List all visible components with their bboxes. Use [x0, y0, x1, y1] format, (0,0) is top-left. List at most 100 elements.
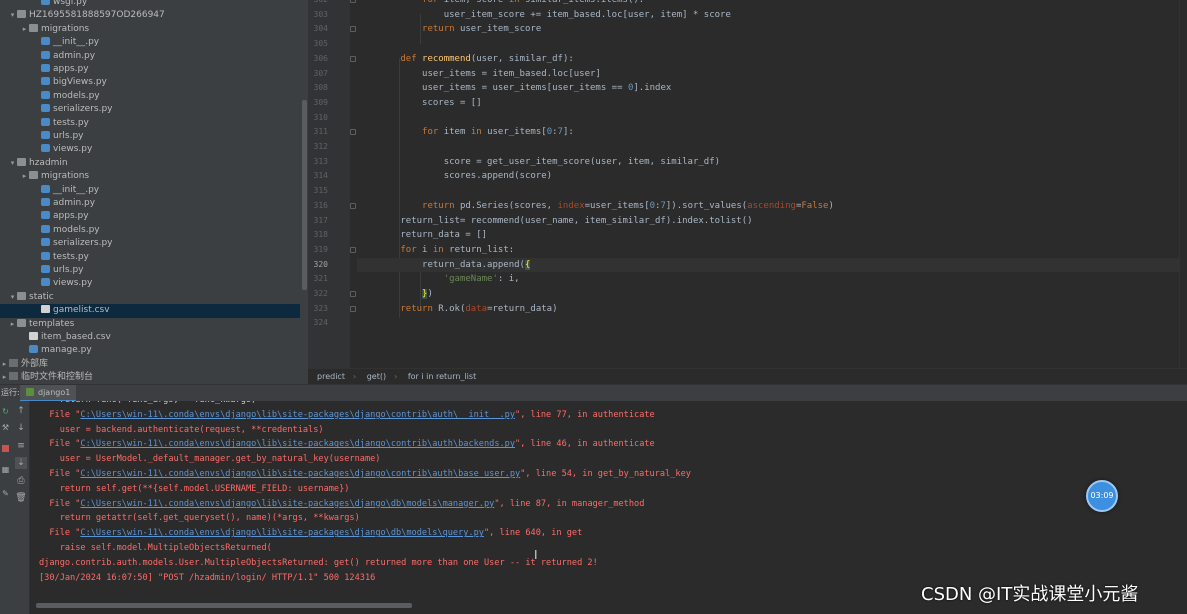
code-line[interactable]: 'gameName': i, [357, 272, 1185, 287]
trash-icon[interactable]: 🗑 [15, 492, 27, 504]
timer-badge[interactable]: 03:09 [1086, 480, 1118, 512]
tree-item[interactable]: tests.py [0, 117, 300, 130]
breadcrumb-item[interactable]: get() [367, 372, 386, 381]
code-line[interactable]: return user_item_score [357, 22, 1185, 37]
tree-item[interactable]: serializers.py [0, 103, 300, 116]
run-panel-header: 运行: django1 [0, 384, 1187, 402]
code-line[interactable]: return R.ok(data=return_data) [357, 302, 1185, 317]
file-link[interactable]: C:\Users\win-11\.conda\envs\django\lib\s… [80, 410, 515, 420]
code-line[interactable] [357, 316, 1185, 331]
line-number: 305 [313, 39, 328, 49]
layout-icon[interactable]: ▦ [1, 465, 10, 474]
code-line[interactable]: return_data.append({ [357, 257, 1185, 273]
tree-item[interactable]: ▾ HZ1695581888597OD266947 [0, 9, 300, 22]
code-line[interactable]: return pd.Series(scores, index=user_item… [357, 199, 1185, 214]
tree-item[interactable]: apps.py [0, 63, 300, 76]
tree-item[interactable]: models.py [0, 90, 300, 103]
editor-scrollbar[interactable] [1179, 0, 1187, 368]
code-editor[interactable]: 302303 304 305 306 307 308 309 310 311 312 313 314 3… [308, 0, 1187, 368]
code-line[interactable]: }) [357, 287, 1185, 302]
tree-item[interactable]: ▾ hzadmin [0, 157, 300, 170]
code-line[interactable]: scores = [] [357, 96, 1185, 111]
chevron-down-icon[interactable]: ▾ [8, 9, 17, 22]
tree-item[interactable]: item_based.csv [0, 331, 300, 344]
tree-item-label: __init__.py [53, 184, 100, 195]
breadcrumb-item[interactable]: for i in return_list [408, 372, 476, 381]
tree-item[interactable]: urls.py [0, 264, 300, 277]
fold-marker-icon[interactable] [350, 129, 356, 136]
tree-item[interactable]: ▸ 临时文件和控制台 [0, 371, 300, 384]
tree-item[interactable]: gamelist.csv [0, 304, 300, 318]
tree-item[interactable]: urls.py [0, 130, 300, 143]
code-line[interactable]: def recommend(user, similar_df): [357, 52, 1185, 67]
chevron-right-icon[interactable]: ▸ [0, 371, 9, 384]
wrench-icon[interactable]: ⚒ [1, 423, 10, 432]
project-tree-scrollbar[interactable] [302, 100, 307, 290]
soft-wrap-icon[interactable]: ≡ [15, 440, 27, 452]
scroll-to-end-icon[interactable]: ⇣ [15, 457, 27, 469]
rerun-icon[interactable]: ↻ [1, 407, 10, 416]
arrow-up-icon[interactable]: ↑ [15, 405, 27, 417]
code-line[interactable] [357, 111, 1185, 126]
chevron-right-icon[interactable]: ▸ [0, 358, 9, 371]
tree-item[interactable]: serializers.py [0, 237, 300, 250]
code-line[interactable]: user_items = item_based.loc[user] [357, 67, 1185, 82]
tree-item[interactable]: ▸ migrations [0, 170, 300, 183]
tree-item[interactable]: views.py [0, 277, 300, 290]
tree-item[interactable]: ▸ templates [0, 318, 300, 331]
code-line[interactable]: scores.append(score) [357, 169, 1185, 184]
stop-icon[interactable] [2, 445, 9, 452]
tree-item[interactable]: admin.py [0, 197, 300, 210]
file-link[interactable]: C:\Users\win-11\.conda\envs\django\lib\s… [80, 439, 515, 449]
code-line[interactable]: for item in user_items[0:7]: [357, 125, 1185, 140]
tree-item[interactable]: tests.py [0, 251, 300, 264]
fold-marker-icon[interactable] [350, 26, 356, 33]
code-line[interactable]: user_items = user_items[user_items == 0]… [357, 81, 1185, 96]
fold-marker-icon[interactable] [350, 55, 356, 62]
file-link[interactable]: C:\Users\win-11\.conda\envs\django\lib\s… [80, 469, 520, 479]
code-line[interactable] [357, 140, 1185, 155]
console-scrollbar[interactable] [36, 603, 412, 608]
code-line[interactable]: for item, score in similar_items.items()… [357, 0, 1185, 8]
tree-item[interactable]: admin.py [0, 50, 300, 63]
tab-django1[interactable]: django1 [20, 385, 77, 402]
code-line[interactable]: score = get_user_item_score(user, item, … [357, 155, 1185, 170]
fold-marker-icon[interactable] [350, 246, 356, 253]
tree-item[interactable]: ▾ static [0, 291, 300, 304]
chevron-right-icon[interactable]: ▸ [8, 318, 17, 331]
code-line[interactable]: return_list= recommend(user_name, item_s… [357, 214, 1185, 229]
tree-item-label: models.py [53, 90, 100, 101]
project-tree[interactable]: wsgi.py ▾ HZ1695581888597OD266947 ▸ migratio… [0, 0, 308, 384]
code-line[interactable] [357, 37, 1185, 52]
fold-marker-icon[interactable] [350, 0, 356, 3]
tree-item[interactable]: __init__.py [0, 36, 300, 49]
fold-marker-icon[interactable] [350, 202, 356, 209]
fold-marker-icon[interactable] [350, 305, 356, 312]
code-line[interactable]: user_item_score += item_based.loc[user, … [357, 8, 1185, 23]
tree-item[interactable]: models.py [0, 224, 300, 237]
tree-item[interactable]: bigViews.py [0, 76, 300, 89]
chevron-right-icon[interactable]: ▸ [20, 23, 29, 36]
tree-item[interactable]: apps.py [0, 210, 300, 223]
fold-marker-icon[interactable] [350, 291, 356, 297]
pin-icon[interactable]: ✎ [1, 489, 10, 498]
chevron-right-icon[interactable]: ▸ [20, 170, 29, 183]
tree-item[interactable]: ▸ migrations [0, 23, 300, 36]
folder-icon [17, 291, 26, 300]
chevron-down-icon[interactable]: ▾ [8, 291, 17, 304]
tree-item[interactable]: views.py [0, 143, 300, 156]
tree-item[interactable]: manage.py [0, 344, 300, 357]
print-icon[interactable]: ⎙ [15, 475, 27, 487]
code-line[interactable]: return_data = [] [357, 228, 1185, 243]
tree-item[interactable]: wsgi.py [0, 0, 300, 9]
breadcrumb-item[interactable]: predict [317, 372, 345, 381]
tree-item[interactable]: ▸ 外部库 [0, 358, 300, 371]
file-link[interactable]: C:\Users\win-11\.conda\envs\django\lib\s… [80, 499, 494, 509]
code-line[interactable] [357, 184, 1185, 199]
chevron-down-icon[interactable]: ▾ [8, 157, 17, 170]
console-line: File "C:\Users\win-11\.conda\envs\django… [39, 528, 583, 539]
file-link[interactable]: C:\Users\win-11\.conda\envs\django\lib\s… [80, 528, 484, 538]
arrow-down-icon[interactable]: ↓ [15, 422, 27, 434]
tree-item[interactable]: __init__.py [0, 184, 300, 197]
code-line[interactable]: for i in return_list: [357, 243, 1185, 258]
